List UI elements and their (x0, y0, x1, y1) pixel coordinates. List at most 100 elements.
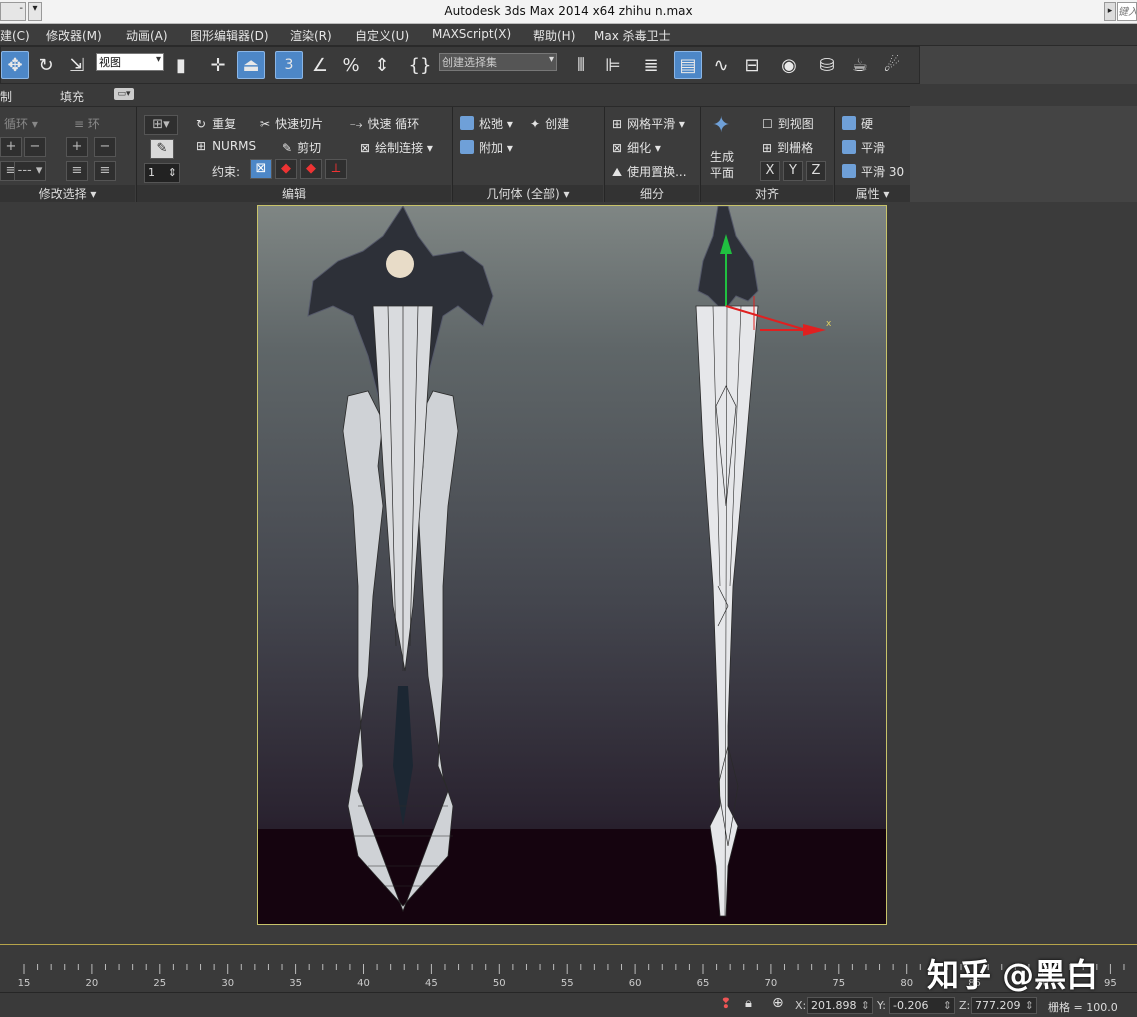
tweak-uvs-icon[interactable]: ✎ (150, 139, 174, 159)
edit-label[interactable]: 编辑 (137, 185, 451, 203)
named-selection-set-dropdown[interactable]: 创建选择集 ▾ (439, 53, 557, 71)
nurms-button[interactable]: ⊞ NURMS (196, 139, 256, 153)
ruler-label: 40 (357, 978, 370, 989)
ribbon-display-toggle[interactable]: ▭▾ (114, 88, 134, 100)
menu-create[interactable]: 建(C) (0, 27, 30, 44)
make-planar-button[interactable]: 生成 平面 (710, 149, 734, 181)
move-icon[interactable]: ✥ (1, 51, 29, 79)
preserve-uvs-icon[interactable]: ⊞▾ (144, 115, 178, 135)
material-editor-icon[interactable]: ◉ (775, 51, 803, 79)
tab-populate[interactable]: 填充 (60, 88, 84, 105)
menu-help[interactable]: 帮助(H) (533, 27, 575, 44)
spinner-snap-icon[interactable]: ⇕ (368, 51, 396, 79)
constraint-face-icon[interactable]: ◆ (300, 159, 322, 179)
align-z-button[interactable]: Z (806, 161, 826, 181)
grow-ring-icon[interactable]: + (66, 137, 88, 157)
ruler-label: 45 (425, 978, 438, 989)
render-production-icon[interactable]: ☄ (878, 51, 906, 79)
align-label[interactable]: 对齐 (701, 185, 833, 203)
angle-snap-icon[interactable]: ∠ (306, 51, 334, 79)
grid-spacing-readout: 栅格 = 100.0 (1048, 1001, 1118, 1014)
make-planar-icon[interactable]: ✦ (712, 113, 730, 138)
hard-button[interactable]: 硬 (842, 115, 873, 132)
menu-customize[interactable]: 自定义(U) (355, 27, 409, 44)
layer-manager-icon[interactable]: ≣ (637, 51, 665, 79)
paint-connect-button[interactable]: ⊠ 绘制连接 ▾ (360, 139, 433, 156)
subdivision-label[interactable]: 细分 (605, 185, 699, 203)
ruler-label: 80 (900, 978, 913, 989)
y-coordinate-field[interactable]: -0.206 ⇕ (889, 997, 955, 1014)
scene-canvas[interactable]: x (258, 206, 888, 926)
ruler-label: 75 (832, 978, 845, 989)
modify-selection-label[interactable]: 修改选择 ▾ (0, 185, 135, 203)
pivot-icon[interactable]: ▮ (167, 51, 195, 79)
relax-button[interactable]: 松弛 ▾ (460, 115, 513, 132)
isolate-selection-icon[interactable]: ❢ (720, 996, 732, 1012)
rotate-icon[interactable]: ↻ (32, 51, 60, 79)
grow-loop-icon[interactable]: + (0, 137, 22, 157)
curve-editor-icon[interactable]: ∿ (707, 51, 735, 79)
edit-named-selection-icon[interactable]: {} (406, 51, 434, 79)
main-toolbar: ✥ ↻ ⇲ 视图 ▾ ▮ ✛ ⏏ 3 ∠ % ⇕ {} 创建选择集 ▾ ⫴ ⊫ ≣ … (0, 46, 920, 84)
reference-coordinate-dropdown[interactable]: 视图 ▾ (96, 53, 164, 71)
to-view-button[interactable]: ☐ 到视图 (762, 115, 814, 132)
align-y-button[interactable]: Y (783, 161, 803, 181)
lock-icon[interactable]: 🔒︎ (745, 996, 752, 1011)
repeat-button[interactable]: ↻ 重复 (196, 115, 236, 132)
constraint-label: 约束: (212, 165, 241, 179)
constraint-normal-icon[interactable]: ⟂ (325, 159, 347, 179)
ruler-label: 65 (697, 978, 710, 989)
schematic-view-icon[interactable]: ⊟ (738, 51, 766, 79)
create-button[interactable]: ✦ 创建 (530, 115, 569, 132)
quickslice-button[interactable]: ✂ 快速切片 (260, 115, 323, 132)
geometry-all-label[interactable]: 几何体 (全部) ▾ (453, 185, 603, 203)
shrink-ring-icon[interactable]: − (94, 137, 116, 157)
ruler-label: 95 (1104, 978, 1117, 989)
attach-button[interactable]: 附加 ▾ (460, 139, 513, 156)
meshsmooth-button[interactable]: ⊞ 网格平滑 ▾ (612, 115, 685, 132)
expand-arrow-icon[interactable]: ▸ (1104, 2, 1116, 21)
search-field[interactable]: 键入 (1117, 2, 1137, 21)
ring-shift-right-icon[interactable]: ≡ (94, 161, 116, 181)
smooth-button[interactable]: 平滑 (842, 139, 885, 156)
ring-shift-left-icon[interactable]: ≡ (66, 161, 88, 181)
perspective-viewport[interactable]: x (257, 205, 887, 925)
align-icon[interactable]: ⊫ (599, 51, 627, 79)
loop-button[interactable]: 循环 ▾ (4, 115, 38, 132)
percent-snap-icon[interactable]: % (337, 51, 365, 79)
absolute-mode-icon[interactable]: ⊕ (772, 995, 784, 1011)
smooth-30-button[interactable]: 平滑 30 (842, 163, 904, 180)
keyboard-shortcut-override-icon[interactable]: ⏏ (237, 51, 265, 79)
menu-animation[interactable]: 动画(A) (126, 27, 168, 44)
graphite-ribbon-icon[interactable]: ▤ (674, 51, 702, 79)
menu-antivirus[interactable]: Max 杀毒卫士 (594, 27, 671, 44)
textured-sword-model[interactable] (307, 206, 494, 913)
render-setup-icon[interactable]: ⛁ (813, 51, 841, 79)
ruler-label: 70 (765, 978, 778, 989)
mirror-icon[interactable]: ⫴ (567, 51, 595, 79)
ring-button[interactable]: ≡ 环 (74, 115, 100, 132)
menu-modifiers[interactable]: 修改器(M) (46, 27, 102, 44)
properties-label[interactable]: 属性 ▾ (835, 185, 910, 203)
menu-graph-editors[interactable]: 图形编辑器(D) (190, 27, 269, 44)
tab-freeform[interactable]: 制 (0, 88, 12, 105)
loop-options-dropdown[interactable]: --- ▾ (14, 161, 46, 181)
align-x-button[interactable]: X (760, 161, 780, 181)
z-coordinate-field[interactable]: 777.209 ⇕ (971, 997, 1037, 1014)
constraint-none-icon[interactable]: ⊠ (250, 159, 272, 179)
constraint-edge-icon[interactable]: ◆ (275, 159, 297, 179)
x-coordinate-field[interactable]: 201.898 ⇕ (807, 997, 873, 1014)
to-grid-button[interactable]: ⊞ 到栅格 (762, 139, 813, 156)
snap-toggle-icon[interactable]: 3 (275, 51, 303, 79)
shrink-loop-icon[interactable]: − (24, 137, 46, 157)
spinner-field[interactable]: 1 ⇕ (144, 163, 180, 183)
use-displacement-button[interactable]: ⛰ 使用置换... (612, 163, 687, 180)
menu-maxscript[interactable]: MAXScript(X) (432, 27, 511, 41)
quickloop-button[interactable]: ⤍ 快速 循环 (350, 115, 419, 132)
menu-rendering[interactable]: 渲染(R) (290, 27, 332, 44)
manipulate-icon[interactable]: ✛ (204, 51, 232, 79)
scale-icon[interactable]: ⇲ (63, 51, 91, 79)
cut-button[interactable]: ✎ 剪切 (282, 139, 321, 156)
rendered-frame-window-icon[interactable]: ☕ (846, 51, 874, 79)
tessellate-button[interactable]: ⊠ 细化 ▾ (612, 139, 661, 156)
